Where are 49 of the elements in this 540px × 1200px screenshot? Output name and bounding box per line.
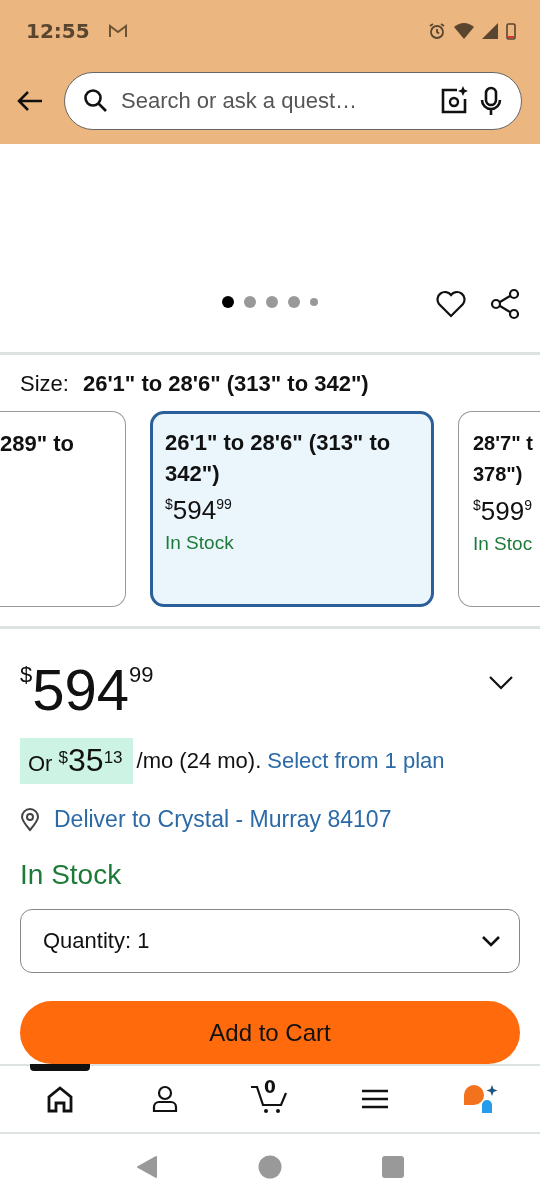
heart-icon[interactable] bbox=[436, 290, 466, 319]
carousel-dot[interactable] bbox=[244, 296, 256, 309]
search-bar[interactable]: Search or ask a quest… bbox=[64, 72, 522, 130]
size-option-card[interactable]: 289" to bbox=[0, 411, 126, 608]
share-icon[interactable] bbox=[490, 288, 520, 321]
status-time: 12:55 bbox=[26, 19, 90, 43]
carousel-dot[interactable] bbox=[266, 296, 278, 309]
price: $^{$}$594$^{99}$ bbox=[20, 656, 154, 723]
delivery-location-link[interactable]: Deliver to Crystal - Murray 84107 bbox=[54, 806, 392, 834]
size-option-title: 26'1" to 28'6" (313" to 342") bbox=[165, 429, 392, 489]
menu-icon[interactable] bbox=[360, 1088, 389, 1111]
search-icon bbox=[83, 88, 109, 114]
size-option-title: 28'7" t 378") bbox=[473, 431, 534, 488]
carousel-dot[interactable] bbox=[288, 296, 300, 309]
financing-terms: /mo (24 mo). bbox=[136, 748, 262, 775]
signal-icon bbox=[482, 23, 498, 39]
location-pin-icon bbox=[20, 807, 40, 832]
camera-icon[interactable] bbox=[439, 86, 469, 116]
assistant-icon[interactable] bbox=[461, 1083, 498, 1116]
add-to-cart-button[interactable]: Add to Cart bbox=[20, 1000, 520, 1065]
cart-count: 0 bbox=[264, 1077, 276, 1098]
monthly-price-badge: Or $^{$}$35$^{13}$ bbox=[20, 738, 133, 785]
back-arrow-icon[interactable] bbox=[16, 90, 44, 112]
size-option-price: $^{$}$599$^{9}$ bbox=[473, 496, 532, 528]
active-tab-indicator bbox=[30, 1064, 91, 1072]
size-option-card[interactable]: 28'7" t 378") $^{$}$599$^{9}$ In Stoc bbox=[458, 411, 540, 608]
size-option-title: 289" to bbox=[0, 430, 74, 459]
chevron-down-icon bbox=[481, 935, 501, 948]
select-plan-link[interactable]: Select from 1 plan bbox=[267, 748, 445, 775]
search-field[interactable]: Search or ask a quest… bbox=[119, 87, 429, 115]
recents-icon[interactable] bbox=[382, 1156, 404, 1179]
mail-icon bbox=[107, 23, 128, 39]
size-option-card[interactable]: 26'1" to 28'6" (313" to 342") $^{$}$594$^{99}$ In Stock bbox=[150, 411, 434, 608]
alarm-icon bbox=[428, 22, 446, 40]
quantity-dropdown[interactable]: Quantity: 1 bbox=[20, 909, 520, 973]
carousel-dot[interactable] bbox=[310, 298, 318, 307]
back-icon[interactable] bbox=[136, 1155, 158, 1180]
carousel-dot[interactable] bbox=[222, 296, 234, 309]
stock-status: In Stock bbox=[165, 532, 234, 555]
wifi-icon bbox=[454, 23, 474, 39]
size-value: 26'1" to 28'6" (313" to 342") bbox=[82, 371, 369, 398]
home-circle-icon[interactable] bbox=[258, 1155, 282, 1180]
size-label: Size: bbox=[20, 371, 69, 398]
microphone-icon[interactable] bbox=[479, 86, 503, 116]
stock-status: In Stoc bbox=[473, 533, 533, 556]
stock-status: In Stock bbox=[19, 858, 123, 893]
battery-icon bbox=[506, 22, 516, 40]
chevron-down-icon[interactable] bbox=[488, 674, 514, 691]
size-option-price: $^{$}$594$^{99}$ bbox=[165, 495, 232, 527]
